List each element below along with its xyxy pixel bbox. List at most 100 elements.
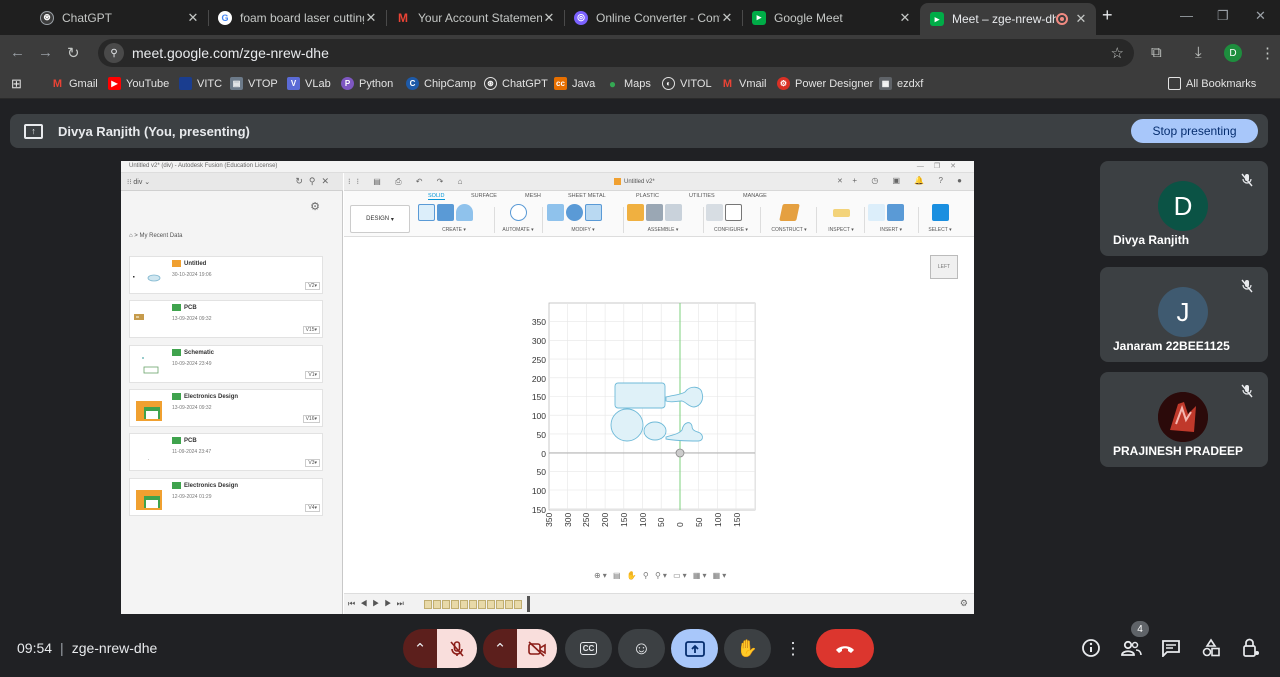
timeline-playback-controls[interactable]: ⏮◀▶▶⏭ bbox=[348, 599, 409, 609]
data-panel-actions[interactable]: ↻⚲✕ bbox=[295, 176, 335, 187]
ellipse-profile[interactable] bbox=[643, 421, 667, 441]
participant-tile[interactable]: J Janaram 22BEE1125 bbox=[1100, 267, 1268, 362]
bookmark-vmail[interactable]: M Vmail bbox=[721, 77, 767, 90]
bookmark-gmail[interactable]: M Gmail bbox=[51, 77, 98, 90]
bookmark-java[interactable]: cc Java bbox=[554, 77, 595, 90]
participant-tile[interactable]: D Divya Ranjith bbox=[1100, 161, 1268, 256]
reactions-button[interactable]: ☺ bbox=[618, 629, 665, 668]
timeline-features[interactable] bbox=[424, 600, 522, 609]
lock-person-icon bbox=[1243, 638, 1259, 657]
bookmark-star-icon[interactable]: ☆ bbox=[1111, 44, 1124, 62]
bookmark-label: Gmail bbox=[69, 77, 98, 90]
chat-icon bbox=[1162, 640, 1180, 657]
meeting-details-button[interactable] bbox=[1080, 637, 1102, 659]
version-badge[interactable]: V3▾ bbox=[305, 459, 320, 467]
chipcamp-icon: C bbox=[406, 77, 419, 90]
recent-file-card[interactable]: PCB 11-09-2024 23:47 V3▾ bbox=[129, 433, 323, 471]
recent-file-card[interactable]: Electronics Design 13-09-2024 09:32 V16▾ bbox=[129, 389, 323, 427]
version-badge[interactable]: V15▾ bbox=[302, 326, 320, 334]
restore-icon[interactable]: ❐ bbox=[1217, 8, 1229, 24]
version-badge[interactable]: V1▾ bbox=[305, 371, 320, 379]
tab-chatgpt[interactable]: ⊛ ChatGPT ✕ bbox=[30, 4, 208, 31]
timeline-settings-icon[interactable]: ⚙ bbox=[960, 598, 968, 609]
tab-account-statement[interactable]: M Your Account Statement fo ✕ bbox=[386, 4, 564, 31]
reload-icon[interactable]: ↻ bbox=[67, 44, 80, 62]
settings-gear-icon[interactable]: ⚙ bbox=[310, 200, 320, 213]
forward-icon[interactable]: → bbox=[38, 44, 53, 61]
team-selector[interactable]: ⁝⁝ div ⌄ bbox=[127, 178, 150, 186]
recent-file-card[interactable]: PCB 13-09-2024 09:32 V15▾ bbox=[129, 300, 323, 338]
all-bookmarks[interactable]: All Bookmarks bbox=[1168, 77, 1256, 90]
bookmark-power-designer[interactable]: ⚙ Power Designer bbox=[777, 77, 873, 90]
raise-hand-button[interactable]: ✋ bbox=[724, 629, 771, 668]
minimize-icon[interactable]: — bbox=[1180, 8, 1193, 23]
tab-foam-board[interactable]: G foam board laser cutting o ✕ bbox=[208, 4, 386, 31]
video-options-button[interactable]: ⌃ bbox=[483, 629, 517, 668]
close-icon[interactable]: ✕ bbox=[898, 10, 912, 26]
recent-file-card[interactable]: Untitled 30-10-2024 19:06 V2▾ bbox=[129, 256, 323, 294]
bookmark-ezdxf[interactable]: ▦ ezdxf bbox=[879, 77, 923, 90]
tab-online-converter[interactable]: ◎ Online Converter - Convert ✕ bbox=[564, 4, 742, 31]
present-screen-button[interactable] bbox=[671, 629, 718, 668]
tab-google-meet[interactable]: ▸ Google Meet ✕ bbox=[742, 4, 920, 31]
stop-presenting-button[interactable]: Stop presenting bbox=[1131, 119, 1258, 143]
apps-grid-icon[interactable]: ⊞ bbox=[11, 76, 22, 92]
fusion-workspace: ⁝⁝ ▤ ⎙ ↶ ↷ ⌂ Untitled v2* ✕ + ◷ ▣ 🔔 ? ● … bbox=[344, 173, 974, 614]
close-icon[interactable]: ✕ bbox=[720, 10, 734, 26]
activities-button[interactable] bbox=[1200, 637, 1222, 659]
close-icon[interactable]: ✕ bbox=[1074, 11, 1088, 27]
chevron-up-icon: ⌃ bbox=[493, 640, 507, 658]
bookmark-label: ChatGPT bbox=[502, 77, 548, 90]
version-badge[interactable]: V4▾ bbox=[305, 504, 320, 512]
microphone-toggle-button[interactable] bbox=[437, 629, 477, 668]
audio-options-button[interactable]: ⌃ bbox=[403, 629, 437, 668]
extensions-icon[interactable]: ⧉ bbox=[1151, 44, 1162, 61]
host-controls-button[interactable] bbox=[1240, 637, 1262, 659]
bookmark-chatgpt[interactable]: ⊛ ChatGPT bbox=[484, 77, 548, 90]
more-options-button[interactable]: ⋮ bbox=[780, 629, 806, 668]
bookmark-vlab[interactable]: V VLab bbox=[287, 77, 331, 90]
recent-file-card[interactable]: Electronics Design 12-09-2024 01:29 V4▾ bbox=[129, 478, 323, 516]
leave-call-button[interactable] bbox=[816, 629, 874, 668]
download-icon[interactable]: ⤓ bbox=[1195, 44, 1202, 61]
profile-avatar[interactable]: D bbox=[1224, 44, 1242, 62]
design-canvas[interactable]: 350 300 250 200 150 100 50 0 50 100 150 … bbox=[344, 173, 974, 593]
participant-tile[interactable]: PRAJINESH PRADEEP bbox=[1100, 372, 1268, 467]
activities-icon bbox=[1202, 638, 1220, 657]
menu-kebab-icon[interactable]: ⋮ bbox=[1260, 44, 1275, 62]
people-icon bbox=[1121, 640, 1142, 656]
new-tab-button[interactable]: + bbox=[1102, 5, 1113, 26]
navigation-toolbar[interactable]: ⊕▾ ▤ ✋ ⚲ ⚲▾ ▭▾ ▦▾ ▦▾ bbox=[594, 571, 728, 580]
bookmark-label: Python bbox=[359, 77, 394, 90]
bookmark-chipcamp[interactable]: C ChipCamp bbox=[406, 77, 476, 90]
address-bar[interactable]: ⚲ meet.google.com/zge-nrew-dhe ☆ bbox=[98, 39, 1134, 67]
breadcrumb-label[interactable]: My Recent Data bbox=[139, 233, 182, 239]
fusion-window-controls: —❐✕ bbox=[916, 163, 966, 170]
bookmark-vitol[interactable]: ◐ VITOL bbox=[662, 77, 712, 90]
bookmark-vtop[interactable]: ▤ VTOP bbox=[230, 77, 278, 90]
bookmark-maps[interactable]: ● Maps bbox=[606, 77, 651, 91]
window-close-icon[interactable]: ✕ bbox=[1255, 8, 1266, 24]
bookmark-youtube[interactable]: ▶ YouTube bbox=[108, 77, 169, 90]
recent-file-card[interactable]: Schematic 10-09-2024 23:49 V1▾ bbox=[129, 345, 323, 383]
close-icon[interactable]: ✕ bbox=[364, 10, 378, 26]
back-icon[interactable]: ← bbox=[10, 44, 25, 61]
version-badge[interactable]: V16▾ bbox=[302, 415, 320, 423]
circle-profile[interactable] bbox=[610, 408, 644, 442]
youtube-icon: ▶ bbox=[108, 77, 121, 90]
site-info-icon[interactable]: ⚲ bbox=[104, 43, 124, 63]
camera-toggle-button[interactable] bbox=[517, 629, 557, 668]
bookmark-vitc[interactable]: VITC bbox=[179, 77, 222, 90]
captions-button[interactable]: CC bbox=[565, 629, 612, 668]
bookmark-python[interactable]: P Python bbox=[341, 77, 393, 90]
people-button[interactable] bbox=[1120, 637, 1142, 659]
rounded-rectangle-profile[interactable] bbox=[614, 382, 666, 409]
close-icon[interactable]: ✕ bbox=[542, 10, 556, 26]
version-badge[interactable]: V2▾ bbox=[305, 282, 320, 290]
timeline-marker[interactable] bbox=[527, 596, 530, 612]
file-name: PCB bbox=[172, 304, 197, 311]
close-icon[interactable]: ✕ bbox=[186, 10, 200, 26]
chat-button[interactable] bbox=[1160, 637, 1182, 659]
info-icon bbox=[1082, 639, 1100, 657]
tab-meet-active[interactable]: ▸ Meet – zge-nrew-dhe ✕ bbox=[920, 3, 1096, 35]
